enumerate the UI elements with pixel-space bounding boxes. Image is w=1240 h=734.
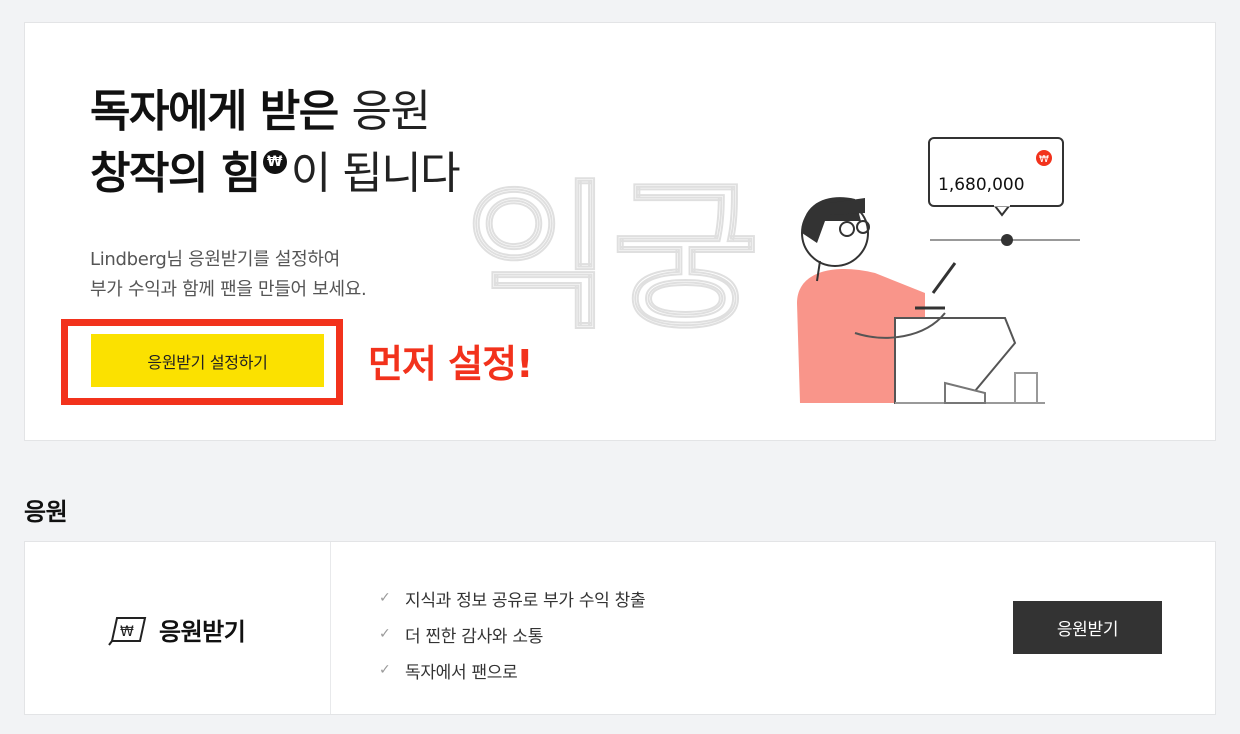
svg-text:₩: ₩: [1039, 154, 1049, 165]
hero-title-line1-bold: 독자에게 받은: [90, 86, 339, 137]
section-title: 응원: [24, 498, 68, 526]
svg-text:₩: ₩: [120, 624, 134, 640]
hero-description: Lindberg님 응원받기를 설정하여 부가 수익과 함께 팬을 만들어 보세…: [90, 245, 367, 305]
card-logo-text: 응원받기: [159, 618, 246, 646]
person-illustration: [797, 197, 1045, 404]
won-icon: ₩: [262, 150, 287, 174]
hero-title-line2-bold: 창작의 힘: [90, 148, 261, 199]
check-icon: ✓: [379, 590, 391, 606]
receive-support-button[interactable]: 응원받기: [1013, 601, 1162, 654]
hero-title-line1-light: 응원: [351, 86, 431, 137]
watermark-text: 익궁: [465, 164, 759, 351]
hero-banner: 독자에게 받은 응원 창작의 힘 ₩ 이 됩니다 Lindberg님 응원받기를 설…: [24, 22, 1216, 441]
feature-item: ✓ 더 찐한 감사와 소통: [379, 616, 645, 652]
hero-description-line1: Lindberg님 응원받기를 설정하여: [90, 249, 340, 270]
amount-popup: ₩ 1,680,000: [928, 137, 1064, 217]
setup-support-button[interactable]: 응원받기 설정하기: [91, 334, 324, 387]
amount-value: 1,680,000: [938, 175, 1025, 195]
hero-description-line2: 부가 수익과 함께 팬을 만들어 보세요.: [90, 279, 367, 300]
feature-text: 더 찐한 감사와 소통: [405, 626, 544, 647]
feature-item: ✓ 독자에서 팬으로: [379, 652, 645, 688]
feature-text: 독자에서 팬으로: [405, 662, 518, 683]
hero-title: 독자에게 받은 응원 창작의 힘 ₩ 이 됩니다: [90, 81, 461, 205]
feature-text: 지식과 정보 공유로 부가 수익 창출: [405, 590, 646, 611]
feature-list: ✓ 지식과 정보 공유로 부가 수익 창출 ✓ 더 찐한 감사와 소통 ✓ 독자에서 …: [379, 580, 646, 688]
card-logo: ₩ 응원받기: [107, 612, 246, 647]
check-icon: ✓: [379, 662, 391, 678]
card-logo-panel: ₩ 응원받기: [25, 542, 331, 714]
check-icon: ✓: [379, 626, 391, 642]
won-flag-icon: ₩: [108, 616, 147, 646]
feature-item: ✓ 지식과 정보 공유로 부가 수익 창출: [379, 580, 646, 616]
slider-knob: [1001, 234, 1013, 246]
hero-illustration: 익궁 ₩ 1,680,000: [464, 137, 1080, 404]
support-card: ₩ 응원받기 ✓ 지식과 정보 공유로 부가 수익 창출 ✓ 더 찐한 감사와 소통…: [24, 541, 1216, 715]
